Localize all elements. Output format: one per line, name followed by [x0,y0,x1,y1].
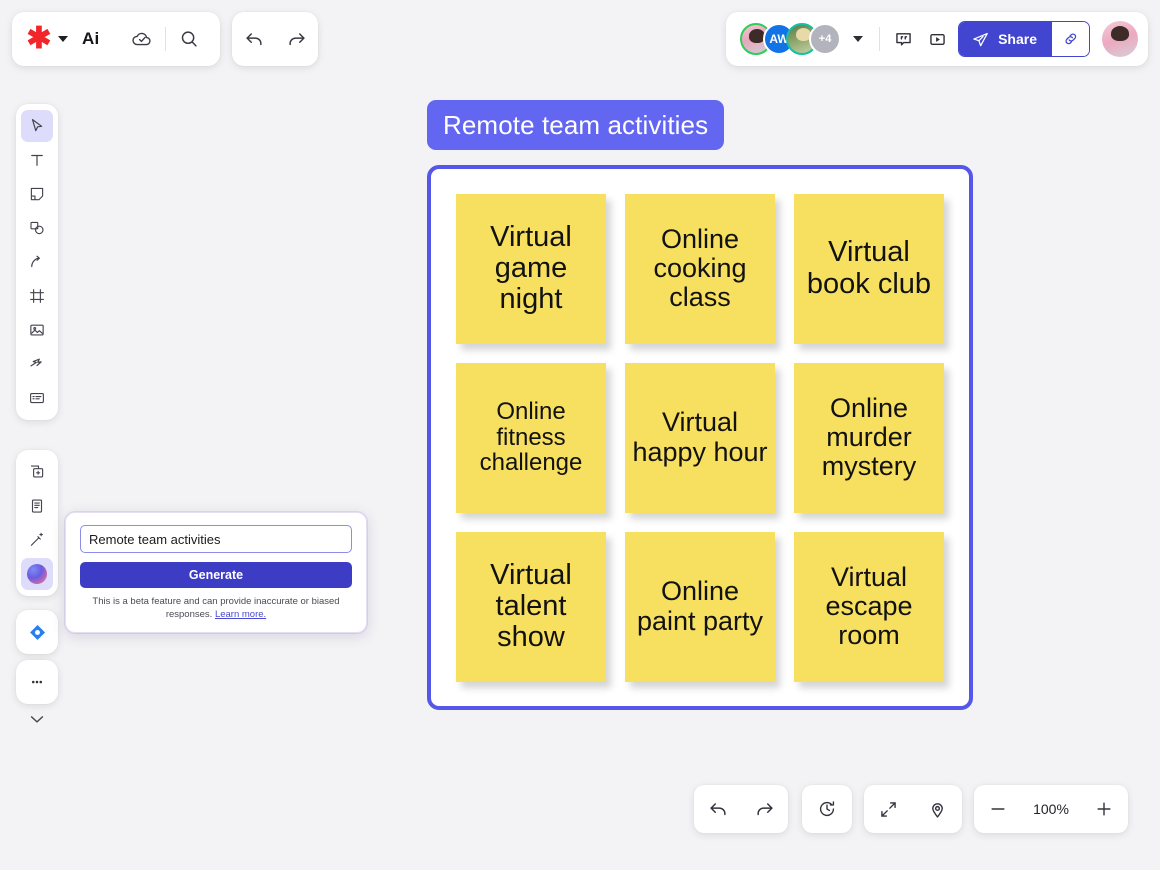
sticky-note-text: Virtual happy hour [629,408,771,466]
learn-more-link[interactable]: Learn more. [215,609,266,620]
image-tool[interactable] [21,314,53,346]
generate-button[interactable]: Generate [80,562,352,588]
sticky-note[interactable]: Online cooking class [625,194,775,344]
canvas-undo-redo-bar [694,785,788,833]
share-button[interactable]: Share [959,22,1051,56]
redo-arrow-icon[interactable] [280,22,314,56]
text-tool[interactable] [21,144,53,176]
undo-redo-toolbar [232,12,318,66]
paper-plane-icon [971,30,990,49]
share-label: Share [998,31,1037,47]
apps-tool-rail [16,610,58,654]
collaboration-toolbar: AW +4 Share [726,12,1148,66]
search-icon[interactable] [172,22,206,56]
canvas-zoom-bar: 100% [974,785,1128,833]
link-chain-icon [1062,30,1080,48]
chevron-down-icon [27,709,47,729]
frame-tool[interactable] [21,280,53,312]
copy-link-button[interactable] [1051,22,1089,56]
shapes-tool[interactable] [21,212,53,244]
sticky-note[interactable]: Online murder mystery [794,363,944,513]
comment-bubble-icon[interactable] [886,22,920,56]
undo-arrow-icon[interactable] [701,792,735,826]
more-tool-rail [16,660,58,704]
zoom-out-button[interactable] [981,792,1015,826]
jira-app[interactable] [21,616,53,648]
collapse-toolbar-button[interactable] [16,700,58,738]
pen-tool[interactable] [21,348,53,380]
asterisk-logo-icon[interactable]: ✱ [26,26,52,52]
content-tool-rail [16,450,58,596]
sticky-note-text: Online cooking class [629,225,771,312]
avatar-overflow-count[interactable]: +4 [809,23,841,55]
sticky-note[interactable]: Virtual book club [794,194,944,344]
connector-tool[interactable] [21,246,53,278]
ai-generate-popover: Generate This is a beta feature and can … [65,512,367,633]
sticky-note[interactable]: Virtual talent show [456,532,606,682]
sticky-note-text: Online fitness challenge [460,399,602,477]
ai-sphere-icon [27,564,47,584]
sticky-note-text: Online murder mystery [798,394,940,481]
caret-down-icon[interactable] [58,36,68,42]
canvas-view-bar [864,785,962,833]
undo-arrow-icon[interactable] [237,22,271,56]
zoom-in-button[interactable] [1087,792,1121,826]
sticky-note-text: Virtual talent show [460,560,602,654]
redo-arrow-icon[interactable] [748,792,782,826]
sticky-note-text: Online paint party [629,577,771,635]
video-play-icon[interactable] [920,22,954,56]
canvas-history-bar [802,785,852,833]
app-canvas-root: ✱ Ai [0,0,1160,870]
document-notes-icon[interactable] [21,490,53,522]
add-template-icon[interactable] [21,456,53,488]
primary-tool-rail [16,104,58,420]
sticky-note-tool[interactable] [21,178,53,210]
map-pin-icon[interactable] [921,792,955,826]
user-avatar[interactable] [1102,21,1138,57]
select-tool[interactable] [21,110,53,142]
cloud-check-icon[interactable] [125,22,159,56]
sticky-note[interactable]: Virtual happy hour [625,363,775,513]
avatar-group[interactable]: AW +4 [740,23,841,55]
board-frame[interactable]: Virtual game night Online cooking class … [427,165,973,710]
sticky-note-text: Virtual game night [460,222,602,316]
ai-beta-disclaimer: This is a beta feature and can provide i… [80,596,352,622]
ai-prompt-input[interactable] [80,525,352,553]
brand-toolbar: ✱ Ai [12,12,220,66]
caret-down-icon[interactable] [853,36,863,42]
frame-title-label[interactable]: Remote team activities [427,100,724,150]
sticky-note-text: Virtual escape room [798,563,940,650]
sticky-note-text: Virtual book club [798,237,940,300]
sticky-note[interactable]: Online fitness challenge [456,363,606,513]
zoom-level-label[interactable]: 100% [1029,801,1073,817]
divider [165,27,166,51]
card-tool[interactable] [21,382,53,414]
share-button-group: Share [958,21,1090,57]
more-tools[interactable] [21,666,53,698]
sticky-notes-grid: Virtual game night Online cooking class … [431,169,969,706]
board-title-label: Ai [82,29,99,49]
divider [879,27,880,51]
ai-tool[interactable] [21,558,53,590]
sticky-note[interactable]: Virtual game night [456,194,606,344]
sticky-note[interactable]: Online paint party [625,532,775,682]
sticky-note[interactable]: Virtual escape room [794,532,944,682]
fit-to-screen-icon[interactable] [872,792,906,826]
clock-history-icon[interactable] [810,792,844,826]
magic-wand-icon[interactable] [21,524,53,556]
